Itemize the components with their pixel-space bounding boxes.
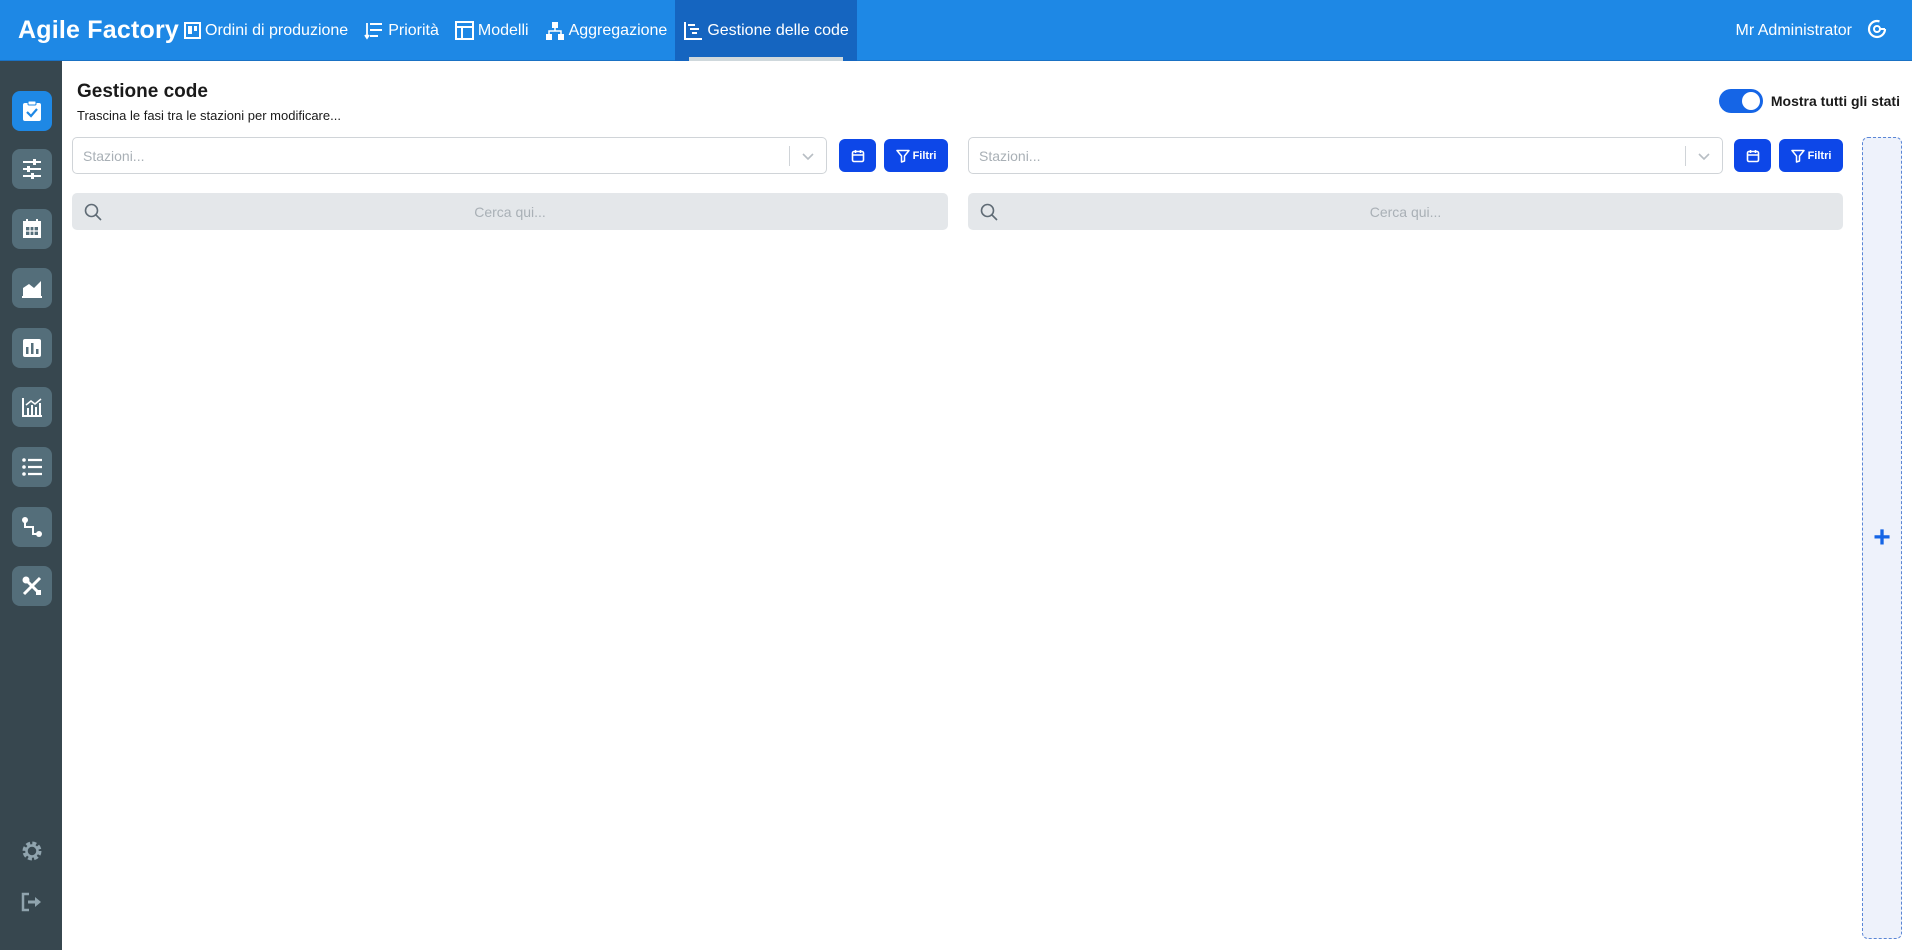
calendar-button-2[interactable]	[1734, 139, 1771, 172]
search-placeholder: Cerca qui...	[1369, 204, 1442, 220]
queue-icon	[684, 22, 703, 40]
sidebar-item-route[interactable]	[12, 507, 52, 547]
nav-modelli[interactable]: Modelli	[447, 0, 537, 61]
chevron-down-icon	[1698, 153, 1710, 161]
route-icon	[22, 517, 42, 537]
sidebar-item-bar-chart[interactable]	[12, 328, 52, 368]
nav-label: Ordini di produzione	[205, 21, 349, 39]
line-bar-chart-icon	[22, 398, 42, 417]
brand-logo[interactable]: Agile Factory	[18, 16, 179, 45]
top-navbar: Agile Factory Ordini di produzione Prior…	[0, 0, 1912, 61]
sidebar-item-tools[interactable]	[12, 566, 52, 606]
calendar-grid-icon	[23, 219, 41, 238]
main-content: Gestione code Trascina le fasi tra le st…	[62, 61, 1912, 950]
select-separator	[789, 146, 790, 166]
nav-ordini-di-produzione[interactable]: Ordini di produzione	[176, 0, 356, 61]
page-subtitle: Trascina le fasi tra le stazioni per mod…	[77, 108, 341, 123]
user-menu-icon[interactable]	[1866, 18, 1888, 45]
nav-aggregazione[interactable]: Aggregazione	[537, 0, 676, 61]
settings-button[interactable]	[18, 837, 46, 865]
search-input-1[interactable]: Cerca qui...	[72, 193, 948, 230]
calendar-button-1[interactable]	[839, 139, 876, 172]
sidebar	[0, 61, 62, 950]
filter-button-2[interactable]: Filtri	[1779, 139, 1843, 172]
tools-icon	[22, 576, 42, 596]
priority-icon	[364, 22, 383, 40]
filter-label: Filtri	[1807, 149, 1832, 162]
nav-label: Priorità	[388, 21, 439, 39]
logout-icon	[21, 892, 41, 912]
sidebar-item-line-bar-chart[interactable]	[12, 387, 52, 427]
nav-label: Gestione delle code	[707, 21, 849, 39]
calendar-icon	[851, 149, 864, 162]
select-placeholder: Stazioni...	[83, 148, 145, 164]
nav-priorita[interactable]: Priorità	[356, 0, 447, 61]
nav-label: Modelli	[477, 21, 529, 39]
sidebar-item-area-chart[interactable]	[12, 268, 52, 308]
chevron-down-icon	[802, 153, 814, 161]
calendar-icon	[1746, 149, 1759, 162]
nav-label: Aggregazione	[568, 21, 668, 39]
stations-select-1[interactable]: Stazioni...	[72, 137, 827, 174]
sidebar-item-calendar[interactable]	[12, 209, 52, 249]
page-title: Gestione code	[77, 81, 208, 102]
template-icon	[454, 21, 474, 40]
filter-icon	[1790, 149, 1805, 163]
sliders-icon	[23, 159, 41, 179]
filter-icon	[895, 149, 910, 163]
stations-select-2[interactable]: Stazioni...	[968, 137, 1723, 174]
select-separator	[1685, 146, 1686, 166]
search-placeholder: Cerca qui...	[474, 204, 546, 220]
filter-button-1[interactable]: Filtri	[884, 139, 948, 172]
plus-icon: +	[1873, 521, 1891, 554]
filter-label: Filtri	[912, 149, 937, 162]
logout-button[interactable]	[18, 888, 46, 916]
sidebar-item-tasks[interactable]	[12, 91, 52, 131]
board-icon	[184, 22, 201, 39]
gear-icon	[22, 841, 42, 861]
sidebar-item-list[interactable]	[12, 447, 52, 487]
user-name[interactable]: Mr Administrator	[1736, 22, 1852, 40]
search-input-2[interactable]: Cerca qui...	[968, 193, 1843, 230]
show-all-states-toggle[interactable]	[1718, 89, 1763, 113]
add-column-button[interactable]: +	[1862, 137, 1902, 939]
show-all-states-label: Mostra tutti gli stati	[1770, 93, 1900, 109]
list-icon	[22, 458, 42, 476]
tasks-icon	[23, 100, 41, 121]
select-placeholder: Stazioni...	[979, 148, 1041, 164]
sidebar-item-sliders[interactable]	[12, 149, 52, 189]
aggregation-icon	[545, 21, 564, 40]
main-nav: Ordini di produzione Priorità Modelli Ag…	[176, 0, 857, 61]
bar-chart-icon	[23, 339, 41, 357]
show-all-states-toggle-group: Mostra tutti gli stati	[1718, 89, 1900, 113]
area-chart-icon	[22, 281, 42, 298]
nav-gestione-delle-code[interactable]: Gestione delle code	[675, 0, 857, 61]
